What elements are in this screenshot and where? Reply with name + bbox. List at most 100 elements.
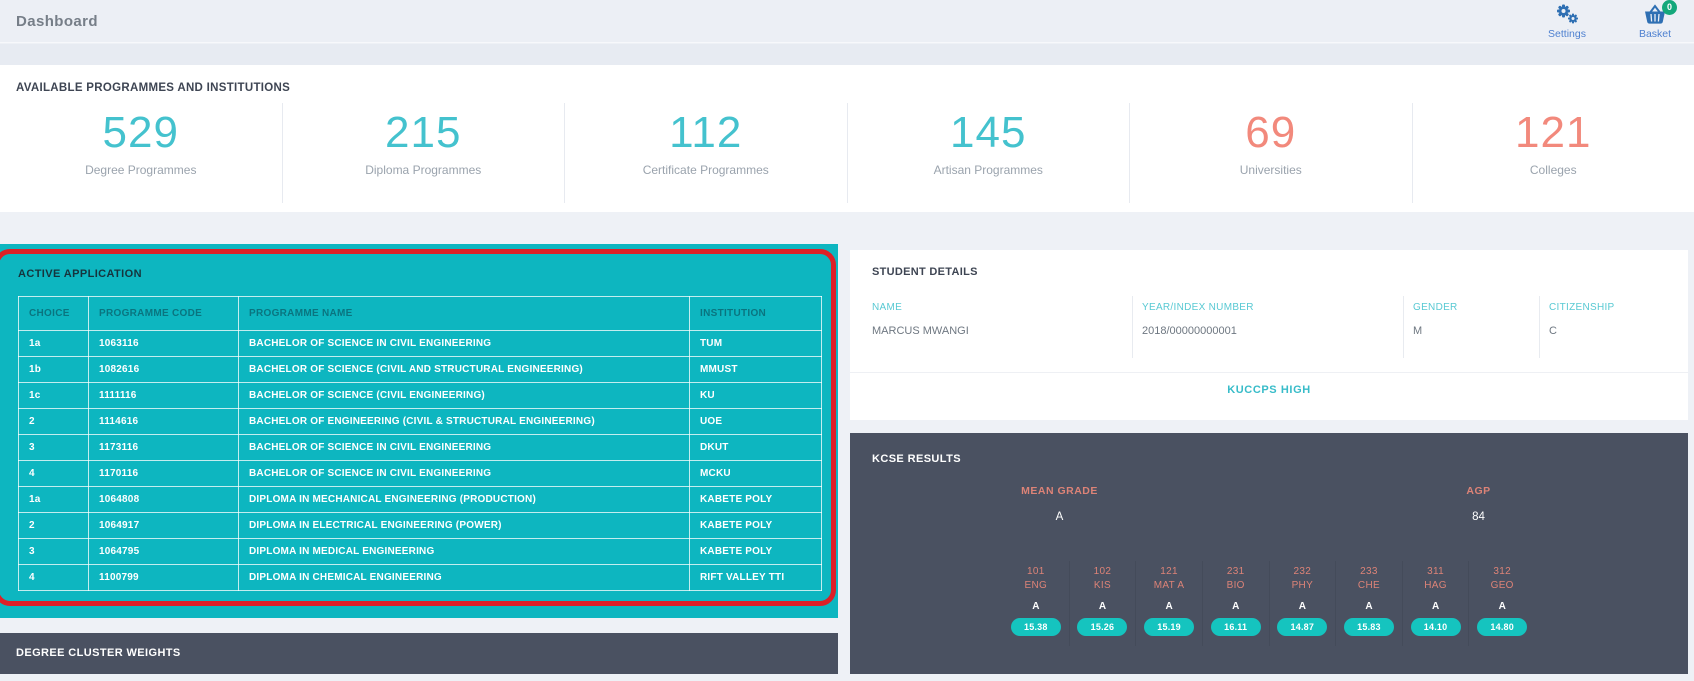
stat-card: 529Degree Programmes <box>0 103 282 203</box>
table-cell: 1082616 <box>89 357 239 383</box>
subject-cell: 311HAGA14.10 <box>1402 561 1469 646</box>
kuccps-high-link[interactable]: KUCCPS HIGH <box>850 384 1688 396</box>
table-cell: 1170116 <box>89 461 239 487</box>
basket-label: Basket <box>1628 28 1682 40</box>
table-cell: 3 <box>19 435 89 461</box>
subject-name: BIO <box>1203 579 1269 593</box>
subject-name: ENG <box>1003 579 1069 593</box>
table-header-cell: PROGRAMME CODE <box>89 297 239 331</box>
divider <box>850 372 1688 373</box>
stat-label: Degree Programmes <box>0 163 282 177</box>
stat-row: 529Degree Programmes215Diploma Programme… <box>0 103 1694 203</box>
kcse-summary-value: 84 <box>1269 511 1688 523</box>
stat-card: 112Certificate Programmes <box>564 103 847 203</box>
student-field: YEAR/INDEX NUMBER 2018/00000000001 <box>1142 302 1254 337</box>
table-row: 21064917DIPLOMA IN ELECTRICAL ENGINEERIN… <box>19 513 822 539</box>
kcse-summary-item: MEAN GRADE A <box>850 485 1269 523</box>
student-field-label: YEAR/INDEX NUMBER <box>1142 302 1254 313</box>
student-field: CITIZENSHIP C <box>1549 302 1615 337</box>
settings-gears-icon <box>1540 3 1594 27</box>
student-field: NAMEMARCUS MWANGI <box>872 302 969 337</box>
subject-grade: A <box>1136 601 1202 612</box>
table-row: 41100799DIPLOMA IN CHEMICAL ENGINEERINGR… <box>19 565 822 591</box>
subject-code: 311 <box>1403 565 1469 579</box>
table-cell: 4 <box>19 461 89 487</box>
divider <box>1132 296 1133 358</box>
page-title: Dashboard <box>16 0 98 43</box>
table-header-cell: PROGRAMME NAME <box>239 297 690 331</box>
subject-points-badge: 15.83 <box>1344 618 1394 636</box>
topbar-substrip <box>0 44 1694 65</box>
subject-cell: 231BIO A 16.11 <box>1202 561 1269 646</box>
subject-code: 101 <box>1003 565 1069 579</box>
table-cell: 1111116 <box>89 383 239 409</box>
table-cell: 1063116 <box>89 331 239 357</box>
table-cell: 1064808 <box>89 487 239 513</box>
subject-code: 121 <box>1136 565 1202 579</box>
kcse-subjects-row: 101ENGA15.38102KISA15.26121MAT AA15.1923… <box>1003 561 1535 646</box>
stat-label: Colleges <box>1413 163 1694 177</box>
subject-name: HAG <box>1403 579 1469 593</box>
degree-cluster-weights-title: DEGREE CLUSTER WEIGHTS <box>16 633 181 674</box>
kcse-summary-value: A <box>850 511 1269 523</box>
student-field-value: C <box>1549 325 1615 337</box>
stat-value: 121 <box>1413 109 1694 157</box>
table-row: 1c1111116BACHELOR OF SCIENCE (CIVIL ENGI… <box>19 383 822 409</box>
table-cell: 1064795 <box>89 539 239 565</box>
student-details-card: STUDENT DETAILS NAMEMARCUS MWANGIYEAR/IN… <box>850 250 1688 420</box>
table-cell: 2 <box>19 409 89 435</box>
table-cell: KABETE POLY <box>690 539 822 565</box>
table-cell: 1064917 <box>89 513 239 539</box>
degree-cluster-weights-panel: DEGREE CLUSTER WEIGHTS <box>0 633 838 674</box>
kcse-summary-label: MEAN GRADE <box>850 485 1269 497</box>
table-row: 41170116BACHELOR OF SCIENCE IN CIVIL ENG… <box>19 461 822 487</box>
table-cell: UOE <box>690 409 822 435</box>
subject-code: 233 <box>1336 565 1402 579</box>
student-field-value: 2018/00000000001 <box>1142 325 1254 337</box>
subject-grade: A <box>1070 601 1136 612</box>
table-cell: 3 <box>19 539 89 565</box>
subject-cell: 121MAT AA15.19 <box>1135 561 1202 646</box>
table-row: 1a1064808DIPLOMA IN MECHANICAL ENGINEERI… <box>19 487 822 513</box>
table-cell: BACHELOR OF SCIENCE IN CIVIL ENGINEERING <box>239 435 690 461</box>
table-cell: MCKU <box>690 461 822 487</box>
subject-grade: A <box>1336 601 1402 612</box>
subject-cell: 232PHYA14.87 <box>1269 561 1336 646</box>
kcse-summary-item: AGP84 <box>1269 485 1688 523</box>
subject-name: CHE <box>1336 579 1402 593</box>
subject-name: GEO <box>1469 579 1535 593</box>
table-cell: BACHELOR OF ENGINEERING (CIVIL & STRUCTU… <box>239 409 690 435</box>
subject-points-badge: 14.80 <box>1477 618 1527 636</box>
student-field-label: CITIZENSHIP <box>1549 302 1615 313</box>
student-field-value: MARCUS MWANGI <box>872 325 969 337</box>
subject-code: 102 <box>1070 565 1136 579</box>
subject-points-badge: 14.10 <box>1411 618 1461 636</box>
subject-grade: A <box>1469 601 1535 612</box>
table-cell: 1c <box>19 383 89 409</box>
subject-points-badge: 14.87 <box>1277 618 1327 636</box>
table-cell: KABETE POLY <box>690 487 822 513</box>
settings-button[interactable]: Settings <box>1540 3 1594 40</box>
student-field-value: M <box>1413 325 1458 337</box>
table-cell: KU <box>690 383 822 409</box>
subject-code: 231 <box>1203 565 1269 579</box>
stat-value: 145 <box>848 109 1130 157</box>
subject-grade: A <box>1203 601 1269 612</box>
subject-points-badge: 16.11 <box>1211 618 1261 636</box>
table-row: 1b1082616BACHELOR OF SCIENCE (CIVIL AND … <box>19 357 822 383</box>
table-row: 31064795DIPLOMA IN MEDICAL ENGINEERINGKA… <box>19 539 822 565</box>
table-cell: DIPLOMA IN MECHANICAL ENGINEERING (PRODU… <box>239 487 690 513</box>
subject-points-badge: 15.19 <box>1144 618 1194 636</box>
subject-cell: 101ENGA15.38 <box>1003 561 1069 646</box>
table-header-row: CHOICEPROGRAMME CODEPROGRAMME NAMEINSTIT… <box>19 297 822 331</box>
table-cell: BACHELOR OF SCIENCE (CIVIL AND STRUCTURA… <box>239 357 690 383</box>
basket-button[interactable]: 0 Basket <box>1628 3 1682 40</box>
student-field: GENDERM <box>1413 302 1458 337</box>
active-application-title: ACTIVE APPLICATION <box>18 268 142 280</box>
active-application-panel: ACTIVE APPLICATION CHOICEPROGRAMME CODEP… <box>0 244 838 618</box>
divider <box>1539 296 1540 358</box>
table-row: 31173116BACHELOR OF SCIENCE IN CIVIL ENG… <box>19 435 822 461</box>
table-cell: BACHELOR OF SCIENCE (CIVIL ENGINEERING) <box>239 383 690 409</box>
table-cell: 1100799 <box>89 565 239 591</box>
table-cell: 1b <box>19 357 89 383</box>
